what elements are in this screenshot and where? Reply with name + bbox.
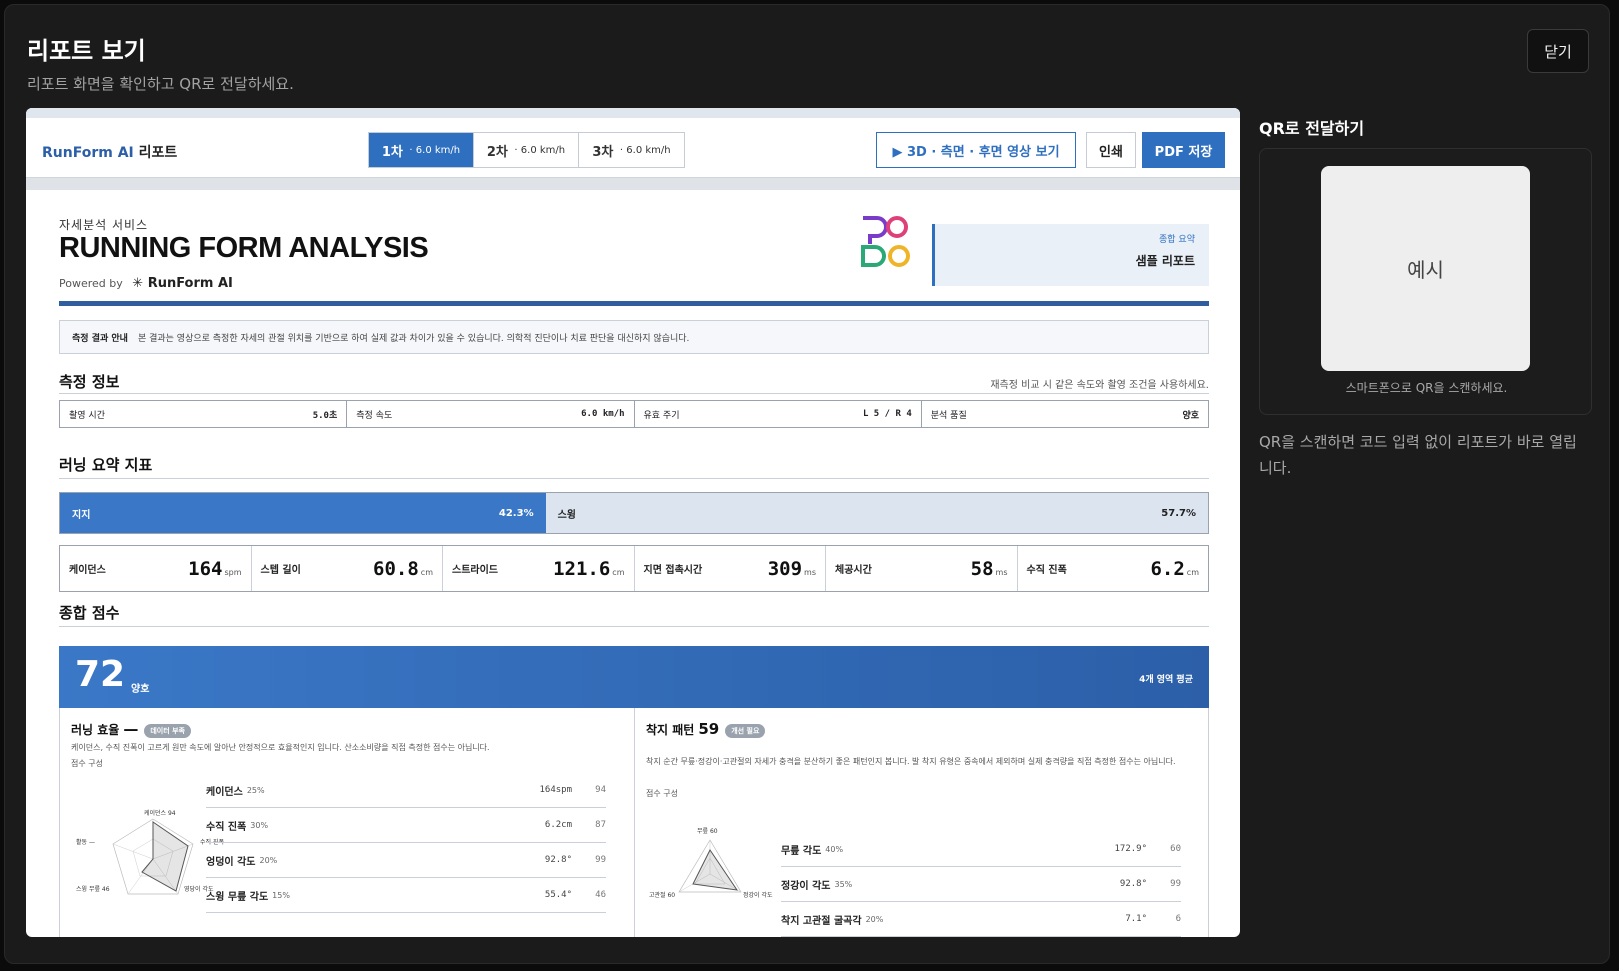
report-brand: RunForm AI 리포트 bbox=[42, 142, 177, 162]
company-logo-icon bbox=[861, 216, 910, 267]
qr-title: QR로 전달하기 bbox=[1259, 119, 1365, 138]
close-button[interactable]: 닫기 bbox=[1527, 29, 1589, 73]
report-title: RUNNING FORM ANALYSIS bbox=[59, 232, 429, 264]
factor-row: 케이던스 25% 164spm 94 bbox=[206, 773, 606, 808]
powered-brand: ✳ RunForm AI bbox=[132, 276, 233, 291]
total-score-avg-label: 4개 영역 평균 bbox=[1139, 675, 1193, 685]
modal-title: 리포트 보기 bbox=[27, 37, 146, 65]
factor-row: 엉덩이 각도 20% 92.8° 99 bbox=[206, 843, 606, 878]
metric-vertical-oscillation: 수직 진폭 6.2 cm bbox=[1026, 557, 1200, 580]
modal-subtitle: 리포트 화면을 확인하고 QR로 전달하세요. bbox=[27, 75, 294, 93]
tab-session-2[interactable]: 2차 · 6.0 km/h bbox=[474, 133, 579, 167]
summary-box: 종합 요약 샘플 리포트 bbox=[932, 224, 1209, 286]
measurement-notice: 측정 결과 안내 본 결과는 영상으로 측정한 자세의 관절 위치를 기반으로 … bbox=[59, 320, 1209, 354]
report-toolbar: RunForm AI 리포트 1차 · 6.0 km/h 2차 · 6.0 km… bbox=[26, 108, 1240, 178]
factor-row: 스윙 무릎 각도 15% 55.4° 46 bbox=[206, 878, 606, 913]
summary-value: 샘플 리포트 bbox=[1135, 254, 1195, 268]
tab-session-1[interactable]: 1차 · 6.0 km/h bbox=[369, 133, 474, 167]
title-rule bbox=[59, 301, 1209, 306]
factor-row: 착지 고관절 굴곡각 20% 7.1° 6 bbox=[781, 902, 1181, 937]
total-score-banner: 72 양호 4개 영역 평균 bbox=[59, 646, 1209, 708]
section-divider bbox=[59, 478, 1209, 479]
efficiency-title: 러닝 효율 — 데이터 부족 bbox=[71, 720, 191, 738]
metric-ground-contact: 지면 접촉시간 309 ms bbox=[635, 546, 826, 591]
brand-name: RunForm AI bbox=[42, 145, 134, 161]
video-view-button[interactable]: ▶ 3D · 측면 · 후면 영상 보기 bbox=[876, 132, 1076, 168]
landing-badge: 개선 필요 bbox=[725, 723, 766, 738]
measure-cell: 측정 속도 6.0 km/h bbox=[347, 401, 635, 427]
measure-section-title: 측정 정보 bbox=[59, 373, 120, 391]
section-divider bbox=[59, 393, 1209, 394]
metric-cadence: 케이던스 164 spm bbox=[60, 546, 252, 591]
qr-description: QR을 스캔하면 코드 입력 없이 리포트가 바로 열립니다. bbox=[1259, 433, 1577, 477]
factor-row: 정강이 각도 35% 92.8° 99 bbox=[781, 867, 1181, 902]
efficiency-desc: 케이던스, 수직 진폭이 고르게 원만 속도에 알아난 안정적으로 효율적인지 … bbox=[71, 743, 490, 752]
total-score-grade: 양호 bbox=[131, 684, 150, 695]
radar-label: 케이던스 94 bbox=[144, 810, 176, 817]
landing-title: 착지 패턴 59 개선 필요 bbox=[646, 720, 766, 738]
landing-radar-chart bbox=[678, 839, 742, 893]
swing-segment: 스윙 57.7% bbox=[545, 493, 1208, 533]
radar-label: 스윙 무릎 46 bbox=[76, 886, 110, 893]
tab-session-3[interactable]: 3차 · 6.0 km/h bbox=[579, 133, 684, 167]
landing-comp-label: 점수 구성 bbox=[646, 789, 678, 798]
factor-row: 수직 진폭 30% 6.2cm 87 bbox=[206, 808, 606, 843]
landing-factor-list: 무릎 각도 40% 172.9° 60 정강이 각도 35% 92.8° 99 착지 고관절… bbox=[781, 832, 1181, 937]
qr-code-image: 예시 bbox=[1321, 166, 1530, 371]
measure-cell: 유효 주기 L 5 / R 4 bbox=[635, 401, 922, 427]
landing-card: 착지 패턴 59 개선 필요 착지 순간 무릎·정강이·고관절의 자세가 충격을 분… bbox=[635, 708, 1210, 937]
running-metrics: 케이던스 164 spm 스텝 길이 60.8 cm 스트라이드 121.6 cm 지면 접… bbox=[59, 545, 1209, 592]
radar-label: 활동 — bbox=[76, 839, 95, 846]
stance-segment: 지지 42.3% bbox=[60, 493, 546, 533]
pdf-save-button[interactable]: PDF 저장 bbox=[1142, 132, 1225, 168]
factor-row: 무릎 각도 40% 172.9° 60 bbox=[781, 832, 1181, 867]
metric-stride: 스트라이드 121.6 cm bbox=[443, 546, 635, 591]
brand-suffix: 리포트 bbox=[138, 145, 178, 161]
measure-cell: 분석 품질 양호 bbox=[930, 410, 1199, 421]
radar-label: 고관절 60 bbox=[649, 892, 676, 899]
radar-label: 정강이 각도 bbox=[743, 892, 773, 899]
measure-cell: 촬영 시간 5.0초 bbox=[60, 401, 348, 427]
print-button[interactable]: 인쇄 bbox=[1086, 132, 1136, 168]
metric-step-length: 스텝 길이 60.8 cm bbox=[252, 546, 443, 591]
efficiency-factor-list: 케이던스 25% 164spm 94 수직 진폭 30% 6.2cm 87 엉덩이 각도 20… bbox=[206, 773, 606, 913]
report-preview[interactable]: RunForm AI 리포트 1차 · 6.0 km/h 2차 · 6.0 km… bbox=[26, 108, 1240, 937]
efficiency-comp-label: 점수 구성 bbox=[71, 759, 103, 768]
toolbar-divider bbox=[26, 178, 1240, 190]
summary-label: 종합 요약 bbox=[1159, 235, 1195, 245]
radar-label: 무릎 60 bbox=[697, 828, 718, 835]
stance-swing-bar: 지지 42.3% 스윙 57.7% bbox=[59, 492, 1209, 534]
measure-info-table: 촬영 시간 5.0초 측정 속도 6.0 km/h 유효 주기 L 5 / R 4 분… bbox=[59, 400, 1209, 428]
service-kicker: 자세분석 서비스 bbox=[59, 218, 149, 232]
total-score-value: 72 bbox=[75, 654, 126, 695]
score-details: 러닝 효율 — 데이터 부족 케이던스, 수직 진폭이 고르게 원만 속도에 알아난… bbox=[59, 708, 1209, 937]
summary-metrics-title: 러닝 요약 지표 bbox=[59, 456, 153, 474]
efficiency-card: 러닝 효율 — 데이터 부족 케이던스, 수직 진폭이 고르게 원만 속도에 알아난… bbox=[60, 708, 635, 937]
landing-desc: 착지 순간 무릎·정강이·고관절의 자세가 충격을 분산하기 좋은 패턴인지 봅… bbox=[646, 757, 1176, 766]
efficiency-badge: 데이터 부족 bbox=[144, 723, 191, 738]
powered-by: Powered by ✳ RunForm AI bbox=[59, 276, 233, 291]
measure-section-note: 재측정 비교 시 같은 속도와 촬영 조건을 사용하세요. bbox=[990, 380, 1209, 391]
section-divider bbox=[59, 626, 1209, 627]
session-tabs: 1차 · 6.0 km/h 2차 · 6.0 km/h 3차 · 6.0 km/… bbox=[368, 132, 685, 168]
total-score-title: 종합 점수 bbox=[59, 604, 120, 622]
qr-caption: 스마트폰으로 QR을 스캔하세요. bbox=[1345, 381, 1508, 395]
qr-card: 예시 스마트폰으로 QR을 스캔하세요. bbox=[1259, 148, 1592, 415]
metric-flight-time: 체공시간 58 ms bbox=[826, 546, 1018, 591]
